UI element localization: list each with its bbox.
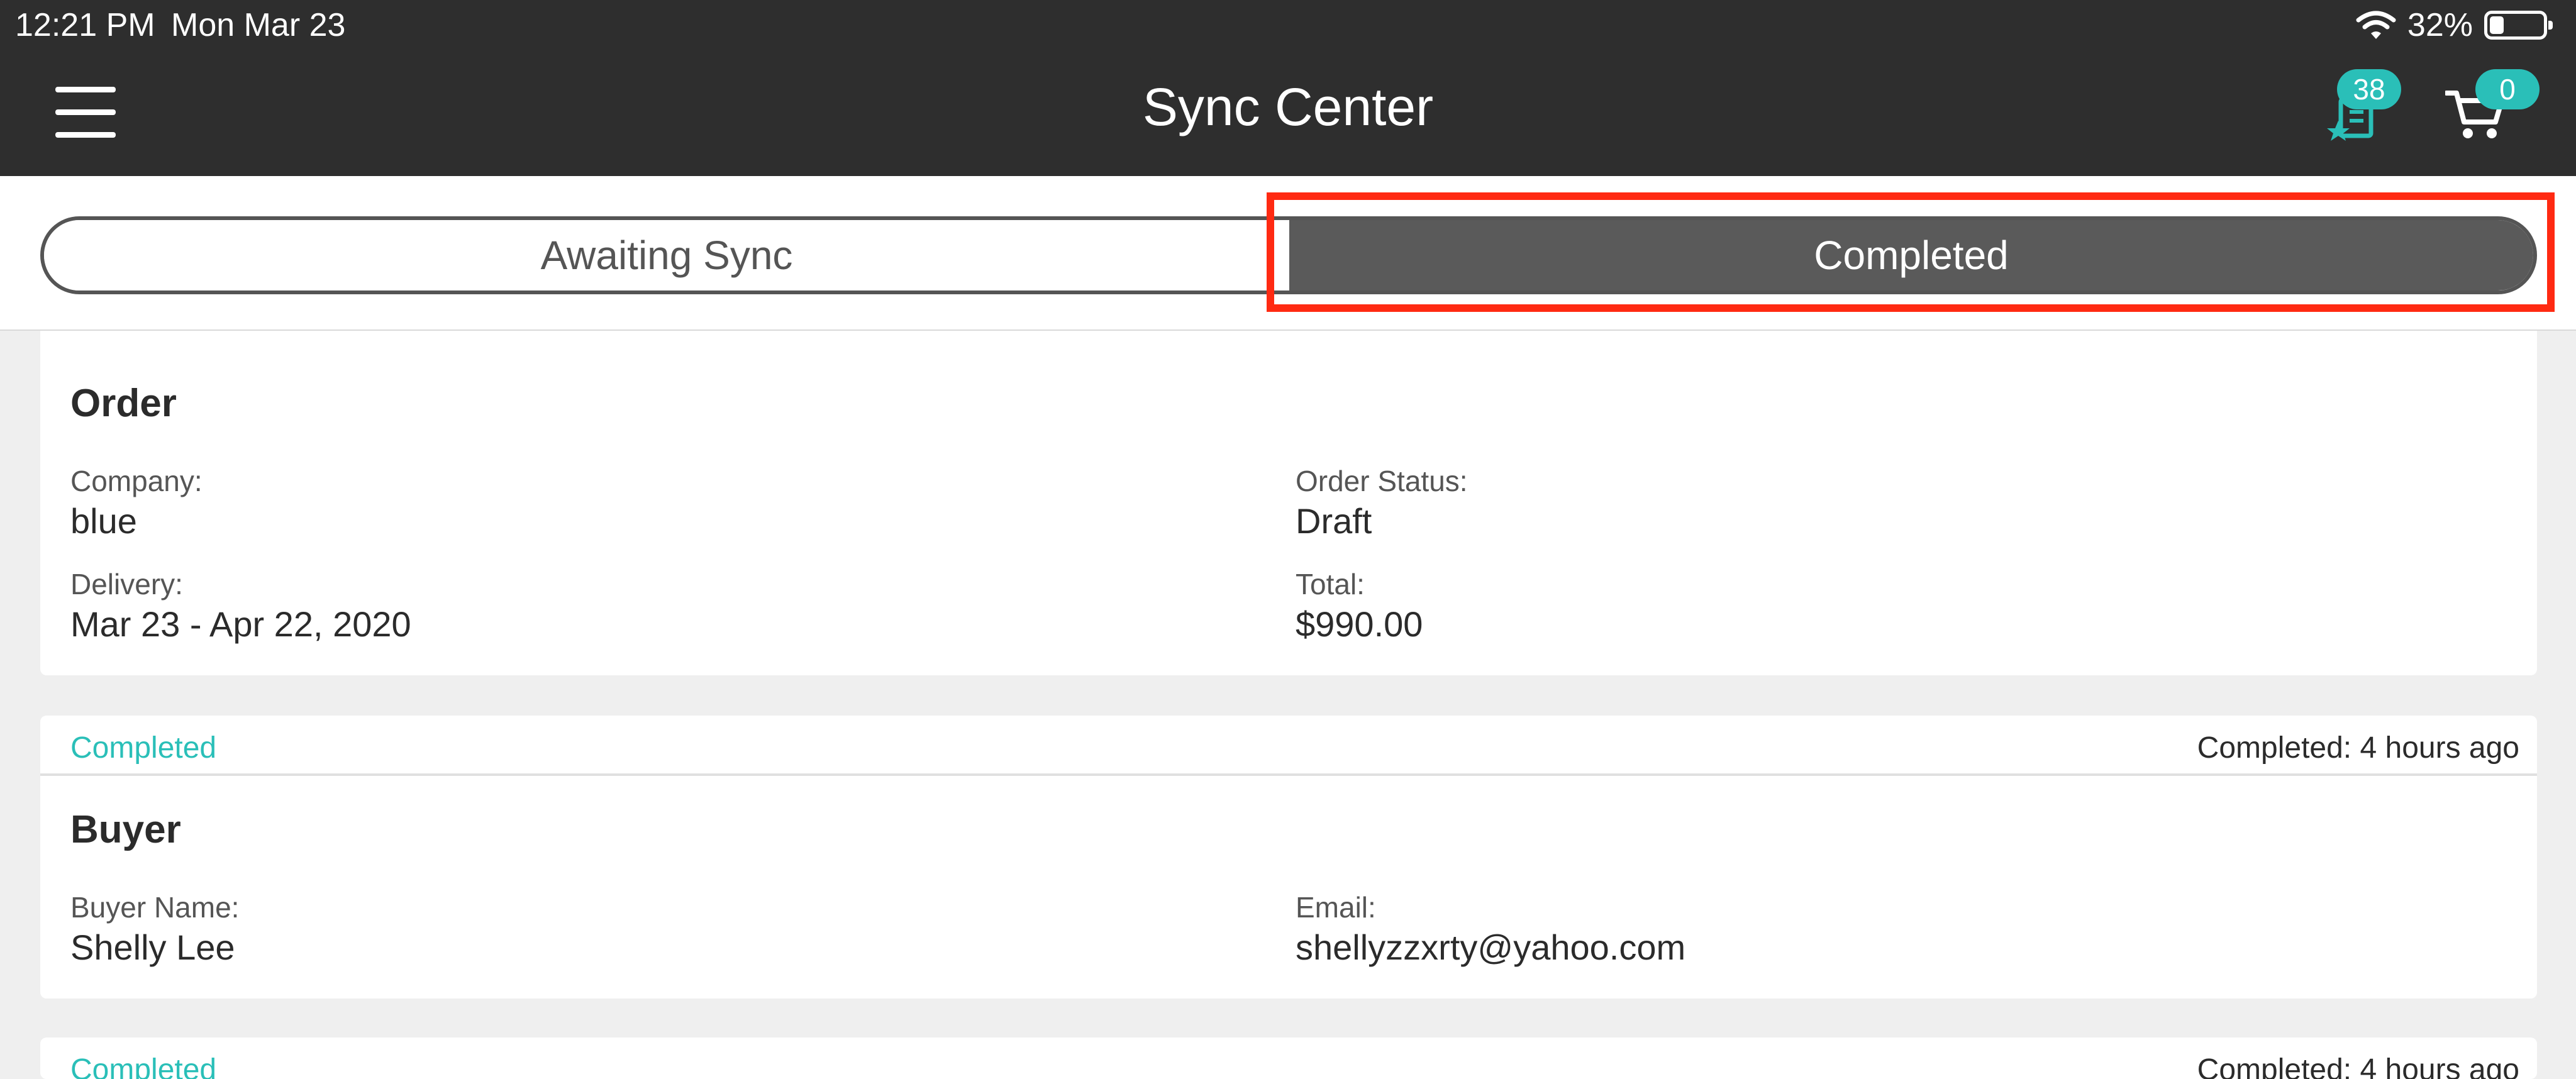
- status-badge: Completed: [70, 1053, 217, 1079]
- card-title: Order: [70, 382, 177, 425]
- company-label: Company:: [70, 465, 203, 497]
- buyer-card[interactable]: Completed Completed: 4 hours ago Buyer B…: [40, 716, 2537, 999]
- order-status-label: Order Status:: [1296, 465, 1468, 497]
- battery-percent: 32%: [2407, 7, 2473, 43]
- total-value: $990.00: [1296, 604, 1423, 644]
- completed-time: Completed: 4 hours ago: [2197, 1053, 2519, 1079]
- order-card[interactable]: Order Company: blue Order Status: Draft …: [40, 296, 2537, 675]
- status-badge: Completed: [70, 731, 217, 765]
- segmented-control: Awaiting Sync Completed: [40, 216, 2537, 294]
- sync-card[interactable]: Completed Completed: 4 hours ago: [40, 1038, 2537, 1079]
- buyer-name-label: Buyer Name:: [70, 891, 240, 924]
- status-indicators: 32%: [2356, 6, 2553, 44]
- email-value: shellyzzxrty@yahoo.com: [1296, 927, 1686, 967]
- card-title: Buyer: [70, 808, 181, 851]
- tab-completed[interactable]: Completed: [1289, 220, 2533, 290]
- status-date: Mon Mar 23: [171, 7, 346, 43]
- delivery-label: Delivery:: [70, 568, 183, 600]
- cart-count-badge: 0: [2475, 69, 2540, 109]
- company-value: blue: [70, 501, 137, 541]
- order-status-value: Draft: [1296, 501, 1372, 541]
- completed-time: Completed: 4 hours ago: [2197, 731, 2519, 765]
- battery-icon: [2484, 11, 2553, 40]
- page-title: Sync Center: [1142, 77, 1434, 136]
- card-header: Completed Completed: 4 hours ago: [40, 1038, 2537, 1079]
- total-label: Total:: [1296, 568, 1365, 600]
- buyer-name-value: Shelly Lee: [70, 927, 235, 967]
- wifi-icon: [2356, 11, 2396, 39]
- wishlist-count-badge: 38: [2337, 69, 2401, 109]
- status-time: 12:21 PM: [15, 7, 155, 43]
- delivery-value: Mar 23 - Apr 22, 2020: [70, 604, 411, 644]
- tab-awaiting-sync[interactable]: Awaiting Sync: [44, 220, 1289, 290]
- card-header: Completed Completed: 4 hours ago: [40, 716, 2537, 776]
- sync-tabs-bar: Awaiting Sync Completed: [0, 176, 2576, 331]
- email-label: Email:: [1296, 891, 1376, 924]
- app-header: 12:21 PM Mon Mar 23 32% Sync Center 38 0: [0, 0, 2576, 176]
